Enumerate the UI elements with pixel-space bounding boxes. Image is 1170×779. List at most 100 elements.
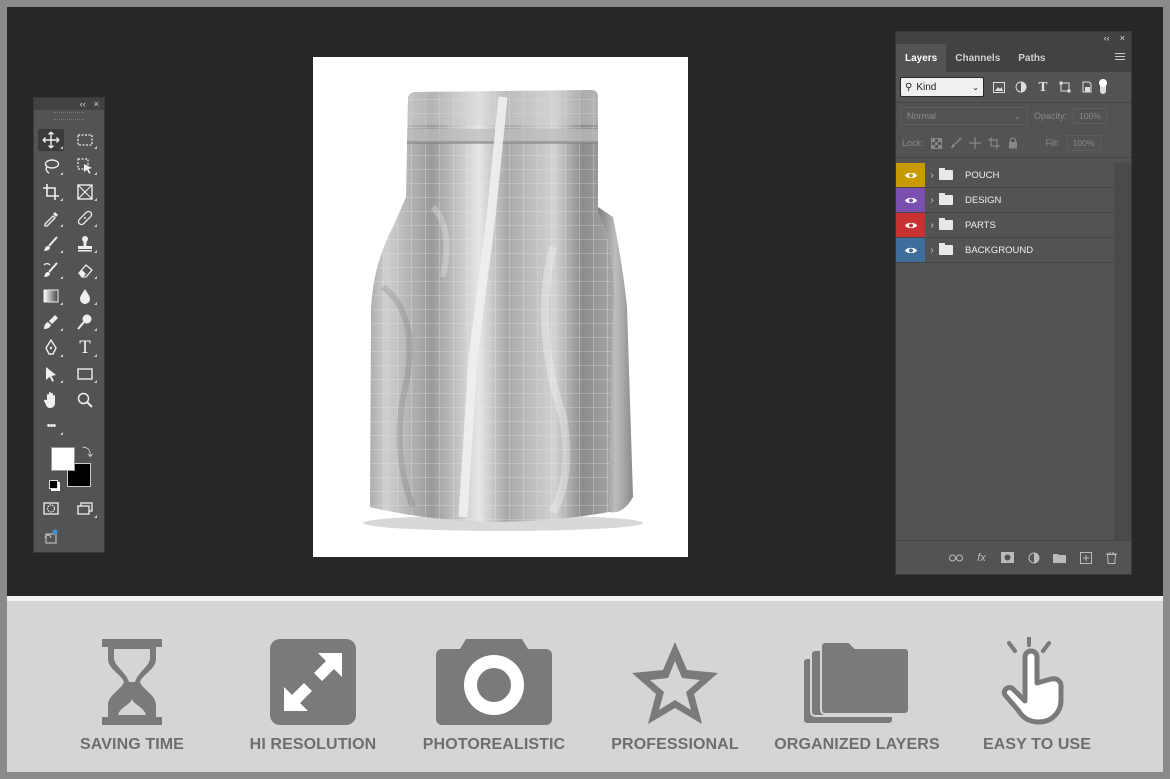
frame-tool-icon[interactable]: [72, 181, 98, 203]
share-icon[interactable]: [38, 526, 64, 548]
layer-name: PARTS: [965, 219, 996, 231]
layer-name: DESIGN: [965, 194, 1002, 206]
lock-row: Lock: Fill: 100%: [896, 129, 1131, 158]
quick-mask-icon[interactable]: [38, 498, 64, 520]
hand-tool-icon[interactable]: [38, 389, 64, 411]
tools-panel: ‹‹ × T ••• ⤵: [33, 97, 105, 553]
brush-tool-icon[interactable]: [38, 233, 64, 255]
opacity-label: Opacity:: [1034, 111, 1068, 121]
visibility-eye-icon[interactable]: [896, 163, 925, 187]
layers-list: › POUCH › DESIGN › PARTS › BACKGROUND: [896, 163, 1116, 263]
expand-chevron-icon[interactable]: ›: [925, 170, 939, 181]
visibility-eye-icon[interactable]: [896, 188, 925, 212]
fill-field[interactable]: 100%: [1066, 135, 1101, 151]
pixel-filter-icon[interactable]: [992, 80, 1006, 94]
path-selection-tool-icon[interactable]: [38, 363, 64, 385]
layers-panel-footer: fx: [896, 540, 1131, 574]
rectangle-tool-icon[interactable]: [72, 363, 98, 385]
marquee-tool-icon[interactable]: [72, 129, 98, 151]
tab-paths[interactable]: Paths: [1009, 44, 1054, 72]
type-filter-icon[interactable]: T: [1036, 80, 1050, 94]
new-group-icon[interactable]: [1052, 551, 1067, 565]
zoom-tool-icon[interactable]: [72, 389, 98, 411]
blend-mode-select[interactable]: Normal ⌄: [900, 107, 1028, 125]
new-layer-icon[interactable]: [1078, 551, 1093, 565]
eraser-tool-icon[interactable]: [72, 259, 98, 281]
close-icon[interactable]: ×: [1120, 33, 1125, 43]
screen-mode-icon[interactable]: [72, 498, 98, 520]
expand-chevron-icon[interactable]: ›: [925, 195, 939, 206]
layer-row[interactable]: › DESIGN: [896, 188, 1116, 213]
move-tool-icon[interactable]: [38, 129, 64, 151]
filter-kind-select[interactable]: ⚲ Kind ⌄: [900, 77, 984, 97]
layer-row[interactable]: › PARTS: [896, 213, 1116, 238]
foreground-color-swatch[interactable]: [51, 447, 75, 471]
folder-icon: [939, 193, 953, 205]
swap-colors-icon[interactable]: ⤵: [82, 444, 93, 460]
lock-pixels-icon[interactable]: [950, 137, 962, 149]
shape-filter-icon[interactable]: [1058, 80, 1072, 94]
feature-label: SAVING TIME: [80, 736, 184, 753]
adjustment-layer-icon[interactable]: [1026, 551, 1041, 565]
collapse-icon[interactable]: ‹‹: [80, 99, 86, 109]
tab-layers[interactable]: Layers: [896, 44, 947, 72]
history-brush-tool-icon[interactable]: [38, 259, 64, 281]
adjustment-filter-icon[interactable]: [1014, 80, 1028, 94]
edit-toolbar-icon[interactable]: •••: [38, 415, 64, 437]
lock-position-icon[interactable]: [968, 137, 981, 149]
layer-mask-icon[interactable]: [1000, 551, 1015, 565]
layer-name: BACKGROUND: [965, 244, 1034, 256]
lock-transparent-icon[interactable]: [931, 137, 943, 149]
layer-row[interactable]: › POUCH: [896, 163, 1116, 188]
fx-icon[interactable]: fx: [974, 551, 989, 565]
lasso-tool-icon[interactable]: [38, 155, 64, 177]
feature-label: HI RESOLUTION: [249, 736, 377, 753]
eyedropper-tool-icon[interactable]: [38, 207, 64, 229]
collapse-icon[interactable]: ‹‹: [1104, 33, 1110, 43]
close-icon[interactable]: ×: [94, 99, 99, 109]
pen-tool-icon[interactable]: [38, 337, 64, 359]
clone-stamp-tool-icon[interactable]: [72, 233, 98, 255]
document-canvas[interactable]: [313, 57, 688, 557]
dodge-tool-icon[interactable]: [72, 311, 98, 333]
blur-tool-icon[interactable]: [72, 285, 98, 307]
folder-icon: [939, 218, 953, 230]
layer-filter-row: ⚲ Kind ⌄ T: [896, 72, 1131, 103]
delete-layer-icon[interactable]: [1104, 551, 1119, 565]
expand-arrows-icon: [228, 636, 398, 728]
fill-label: Fill:: [1045, 138, 1060, 148]
star-icon: [590, 636, 760, 728]
type-tool-icon[interactable]: T: [72, 337, 98, 359]
expand-chevron-icon[interactable]: ›: [925, 245, 939, 256]
panel-menu-icon[interactable]: [1115, 53, 1125, 62]
feature-easy-to-use: EASY TO USE: [952, 636, 1122, 761]
expand-chevron-icon[interactable]: ›: [925, 220, 939, 231]
smudge-tool-icon[interactable]: [38, 311, 64, 333]
opacity-field[interactable]: 100%: [1073, 108, 1108, 124]
panel-grip[interactable]: [54, 112, 84, 120]
layer-row[interactable]: › BACKGROUND: [896, 238, 1116, 263]
visibility-eye-icon[interactable]: [896, 213, 925, 237]
layers-scrollbar[interactable]: [1114, 163, 1131, 541]
crop-tool-icon[interactable]: [38, 181, 64, 203]
feature-photorealistic: PHOTOREALISTIC: [409, 636, 579, 761]
healing-brush-tool-icon[interactable]: [72, 207, 98, 229]
feature-professional: PROFESSIONAL: [590, 636, 760, 761]
feature-saving-time: SAVING TIME: [47, 636, 217, 761]
chevron-down-icon: ⌄: [972, 82, 979, 92]
layer-name: POUCH: [965, 169, 1000, 181]
lock-all-icon[interactable]: [1007, 137, 1019, 149]
filter-toggle-switch[interactable]: [1099, 79, 1107, 94]
default-colors-icon[interactable]: [49, 480, 58, 489]
lock-artboard-icon[interactable]: [987, 137, 1000, 149]
object-selection-tool-icon[interactable]: [72, 155, 98, 177]
tab-channels[interactable]: Channels: [946, 44, 1009, 72]
smart-object-filter-icon[interactable]: [1080, 80, 1094, 94]
visibility-eye-icon[interactable]: [896, 238, 925, 262]
gradient-tool-icon[interactable]: [38, 285, 64, 307]
blend-row: Normal ⌄ Opacity: 100%: [896, 103, 1131, 129]
panel-tabs: Layers Channels Paths: [896, 44, 1131, 72]
link-layers-icon[interactable]: [948, 551, 963, 565]
layers-panel-header: ‹‹ ×: [896, 32, 1131, 44]
feature-label: PROFESSIONAL: [611, 736, 739, 753]
